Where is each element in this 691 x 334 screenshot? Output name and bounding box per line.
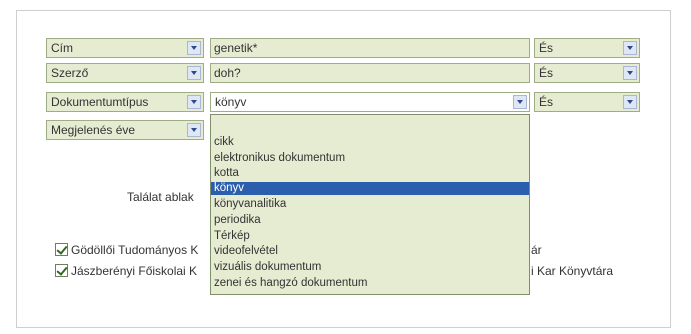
dropdown-option[interactable]: elektronikus dokumentum: [211, 152, 529, 165]
chevron-down-icon[interactable]: [187, 123, 201, 137]
dropdown-option[interactable]: vizuális dokumentum: [211, 261, 529, 274]
chevron-down-icon[interactable]: [623, 95, 637, 109]
chevron-down-icon[interactable]: [187, 66, 201, 80]
doc-type-dropdown-list[interactable]: cikk elektronikus dokumentum kotta könyv…: [210, 114, 530, 295]
field-select-3-value: Dokumentumtípus: [51, 95, 149, 109]
operator-select-1[interactable]: És: [534, 38, 640, 58]
doc-type-select[interactable]: könyv: [210, 92, 530, 112]
library-checkbox-1[interactable]: [55, 243, 68, 256]
dropdown-option[interactable]: periodika: [211, 214, 529, 227]
dropdown-option[interactable]: könyvanalitika: [211, 198, 529, 211]
dropdown-option[interactable]: videofelvétel: [211, 245, 529, 258]
dropdown-option[interactable]: zenei és hangzó dokumentum: [211, 277, 529, 290]
field-select-3[interactable]: Dokumentumtípus: [46, 92, 204, 112]
field-select-1[interactable]: Cím: [46, 38, 204, 58]
chevron-down-icon[interactable]: [623, 41, 637, 55]
chevron-down-icon[interactable]: [187, 41, 201, 55]
dropdown-option[interactable]: [211, 120, 529, 133]
chevron-down-icon[interactable]: [187, 95, 201, 109]
operator-select-3[interactable]: És: [534, 92, 640, 112]
search-input-1-value: genetik*: [214, 41, 258, 55]
library-label-1-tail: ár: [531, 243, 542, 257]
search-input-2-value: doh?: [214, 66, 241, 80]
library-checkbox-2[interactable]: [55, 264, 68, 277]
field-select-4[interactable]: Megjelenés éve: [46, 120, 204, 140]
field-select-2[interactable]: Szerző: [46, 63, 204, 83]
dropdown-option[interactable]: cikk: [211, 136, 529, 149]
operator-select-2[interactable]: És: [534, 63, 640, 83]
chevron-down-icon[interactable]: [513, 95, 527, 109]
library-label-1: Gödöllői Tudományos K: [71, 243, 199, 257]
chevron-down-icon[interactable]: [623, 66, 637, 80]
search-input-1[interactable]: genetik*: [210, 38, 530, 58]
dropdown-option-selected[interactable]: könyv: [211, 182, 529, 195]
library-label-2: Jászberényi Főiskolai K: [71, 264, 198, 278]
library-label-2-tail: i Kar Könyvtára: [531, 264, 614, 278]
dropdown-option[interactable]: Térkép: [211, 230, 529, 243]
operator-select-1-value: És: [539, 41, 554, 55]
operator-select-2-value: És: [539, 66, 554, 80]
result-window-label: Találat ablak: [127, 190, 194, 204]
field-select-1-value: Cím: [51, 41, 73, 55]
operator-select-3-value: És: [539, 95, 554, 109]
dropdown-option[interactable]: kotta: [211, 167, 529, 180]
field-select-2-value: Szerző: [51, 66, 89, 80]
field-select-4-value: Megjelenés éve: [51, 123, 136, 137]
doc-type-select-value: könyv: [215, 95, 247, 109]
search-input-2[interactable]: doh?: [210, 63, 530, 83]
